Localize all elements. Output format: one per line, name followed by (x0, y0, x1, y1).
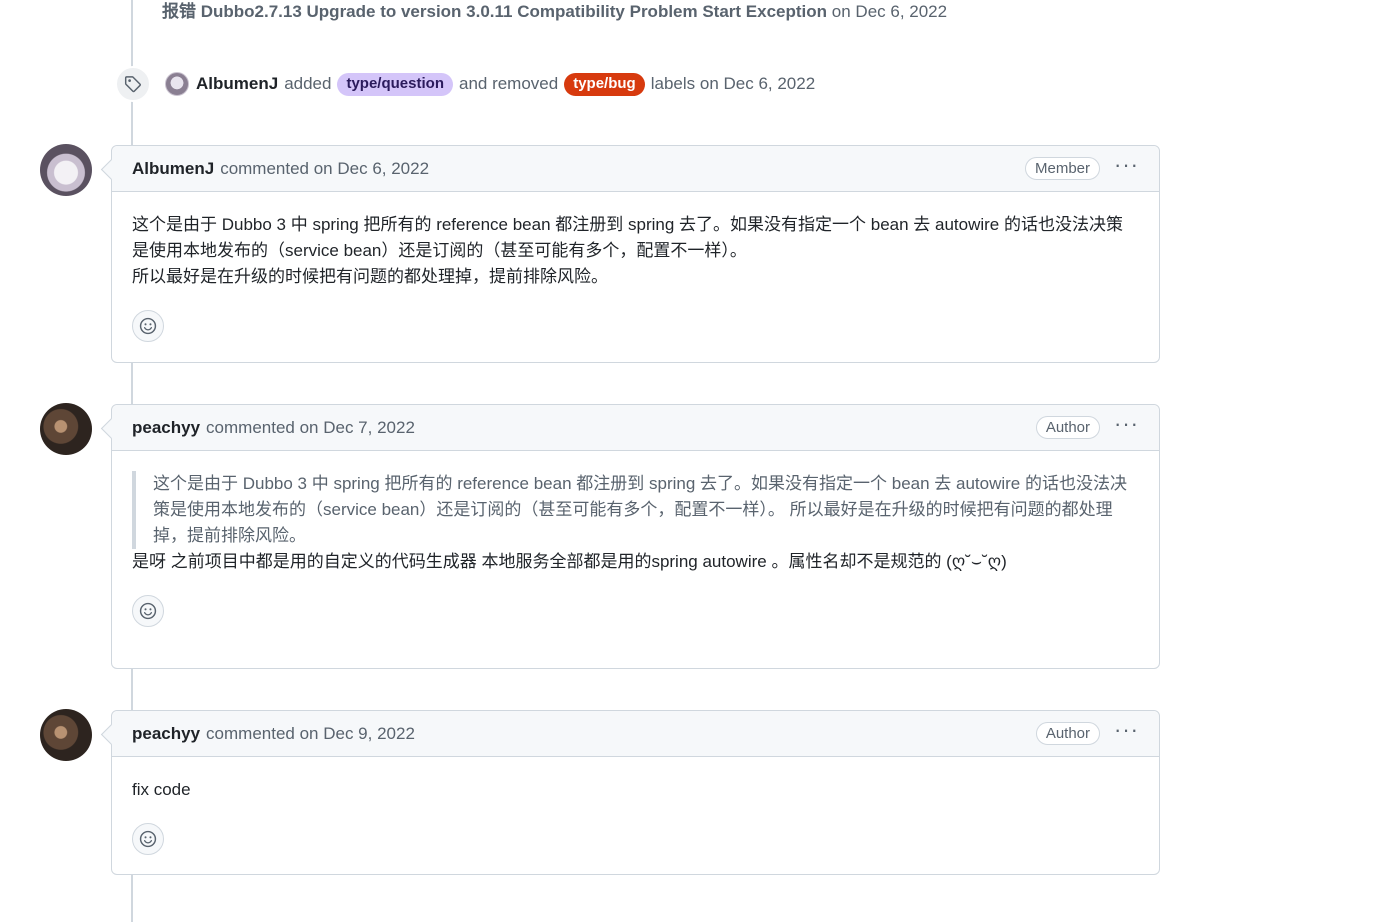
referenced-date: on Dec 6, 2022 (831, 2, 948, 21)
smiley-icon (139, 830, 157, 848)
timeline-line (131, 362, 133, 404)
add-reaction-button[interactable] (132, 595, 164, 627)
comment-menu-button[interactable]: ··· (1114, 412, 1139, 437)
comment: peachyy commented on Dec 7, 2022 Author … (111, 404, 1160, 669)
comment-header: AlbumenJ commented on Dec 6, 2022 Member… (112, 146, 1159, 192)
timeline-line (131, 874, 133, 922)
comment-body: fix code (112, 757, 1159, 803)
role-badge: Author (1035, 416, 1101, 439)
comment-author[interactable]: peachyy (132, 418, 200, 438)
comment-author[interactable]: peachyy (132, 724, 200, 744)
smiley-icon (139, 317, 157, 335)
add-reaction-button[interactable] (132, 310, 164, 342)
label-event: AlbumenJ added type/question and removed… (115, 66, 816, 102)
comment-paragraph: 所以最好是在升级的时候把有问题的都处理掉，提前排除风险。 (132, 267, 608, 286)
referenced-event: 报错 Dubbo2.7.13 Upgrade to version 3.0.11… (162, 0, 947, 24)
add-reaction-button[interactable] (132, 823, 164, 855)
role-badge: Author (1035, 722, 1101, 745)
quoted-reply: 这个是由于 Dubbo 3 中 spring 把所有的 reference be… (132, 471, 1139, 549)
avatar[interactable] (40, 403, 92, 455)
comment-paragraph: 是呀 之前项目中都是用的自定义的代码生成器 本地服务全部都是用的spring a… (132, 552, 1007, 571)
comment-body: 这个是由于 Dubbo 3 中 spring 把所有的 reference be… (112, 451, 1159, 575)
role-badge: Member (1025, 157, 1101, 180)
comment-paragraph: 这个是由于 Dubbo 3 中 spring 把所有的 reference be… (132, 215, 1123, 260)
comment-body: 这个是由于 Dubbo 3 中 spring 把所有的 reference be… (112, 192, 1159, 290)
label-event-suffix: labels on Dec 6, 2022 (650, 74, 816, 93)
avatar[interactable] (40, 709, 92, 761)
referenced-issue-link[interactable]: 报错 Dubbo2.7.13 Upgrade to version 3.0.11… (162, 2, 827, 21)
avatar[interactable] (40, 144, 92, 196)
comment-menu-button[interactable]: ··· (1114, 153, 1139, 178)
comment-header: peachyy commented on Dec 7, 2022 Author … (112, 405, 1159, 451)
timeline-line (131, 100, 133, 146)
label-event-removed-text: and removed (458, 74, 559, 93)
comment: AlbumenJ commented on Dec 6, 2022 Member… (111, 145, 1160, 363)
comment-menu-button[interactable]: ··· (1114, 718, 1139, 743)
comment-timestamp[interactable]: commented on Dec 6, 2022 (220, 159, 429, 179)
comment-header: peachyy commented on Dec 9, 2022 Author … (112, 711, 1159, 757)
comment: peachyy commented on Dec 9, 2022 Author … (111, 710, 1160, 875)
tag-icon (115, 66, 151, 102)
label-event-actor[interactable]: AlbumenJ (196, 74, 278, 94)
comment-timestamp[interactable]: commented on Dec 9, 2022 (206, 724, 415, 744)
comment-timestamp[interactable]: commented on Dec 7, 2022 (206, 418, 415, 438)
timeline-line (131, 0, 133, 68)
timeline-line (131, 668, 133, 710)
comment-paragraph: fix code (132, 780, 191, 799)
label-type-bug[interactable]: type/bug (564, 72, 645, 96)
label-event-added-text: added (284, 74, 332, 93)
comment-author[interactable]: AlbumenJ (132, 159, 214, 179)
smiley-icon (139, 602, 157, 620)
issue-timeline: 报错 Dubbo2.7.13 Upgrade to version 3.0.11… (0, 0, 1391, 922)
label-type-question[interactable]: type/question (337, 72, 453, 96)
avatar[interactable] (165, 72, 189, 96)
